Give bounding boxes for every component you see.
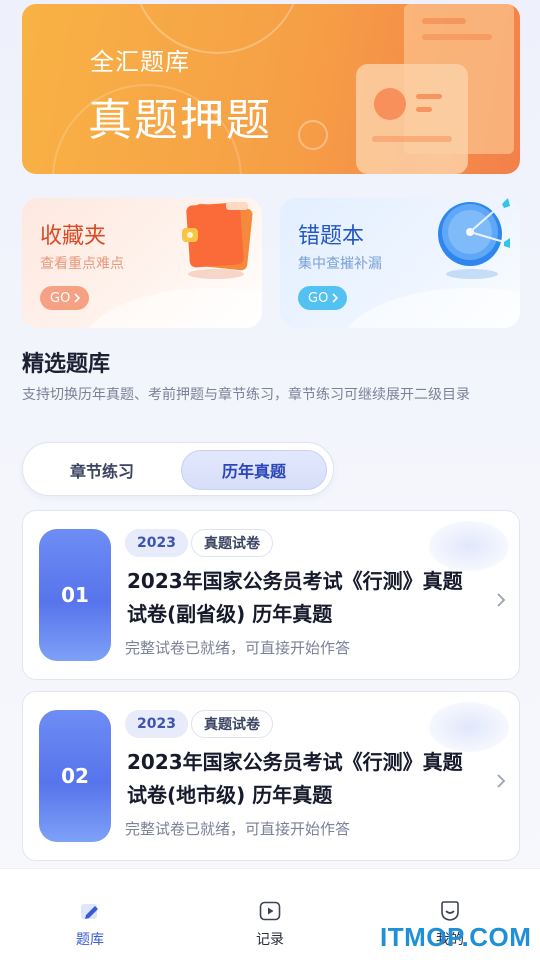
paper-index-badge: 02	[39, 710, 111, 842]
banner-decor-ring	[298, 120, 328, 150]
profile-icon	[441, 901, 459, 921]
target-dart-icon	[438, 198, 510, 279]
banner-title: 真题押题	[88, 95, 272, 146]
chevron-right-icon	[74, 293, 81, 303]
tab-question-bank[interactable]: 题库	[50, 899, 130, 949]
paper-list-item[interactable]: 01 2023 真题试卷 2023年国家公务员考试《行测》真题试卷(副省级) 历…	[22, 510, 520, 680]
section-description: 支持切换历年真题、考前押题与章节练习，章节练习可继续展开二级目录	[22, 387, 470, 403]
tab-label: 题库	[76, 932, 104, 948]
chevron-right-icon	[497, 593, 506, 607]
card-decor-wave	[340, 288, 520, 328]
exam-paper-illustration	[356, 4, 514, 174]
paper-title: 2023年国家公务员考试《行测》真题试卷(副省级) 历年真题	[127, 569, 463, 626]
card-decor-glow	[429, 521, 509, 571]
favorites-card[interactable]: 收藏夹 查看重点难点 GO	[22, 198, 262, 328]
segment-chapter-practice[interactable]: 章节练习	[29, 450, 175, 490]
mistakes-title: 错题本	[298, 224, 365, 249]
favorites-go-button[interactable]: GO	[40, 286, 90, 310]
segment-past-exams[interactable]: 历年真题	[181, 450, 327, 490]
go-label: GO	[50, 290, 71, 306]
favorites-title: 收藏夹	[40, 224, 107, 249]
favorites-desc: 查看重点难点	[40, 256, 124, 272]
folder-bookmark-icon	[182, 202, 253, 279]
play-record-icon	[259, 901, 281, 921]
paper-title: 2023年国家公务员考试《行测》真题试卷(地市级) 历年真题	[127, 750, 463, 807]
mistakes-card[interactable]: 错题本 集中查摧补漏 GO	[280, 198, 520, 328]
mistakes-go-button[interactable]: GO	[298, 286, 348, 310]
tab-records[interactable]: 记录	[230, 899, 310, 949]
site-watermark: ITMOP.COM	[380, 922, 532, 952]
paper-type-tag: 真题试卷	[191, 710, 273, 738]
section-title: 精选题库	[22, 352, 111, 377]
paper-index-badge: 01	[39, 529, 111, 661]
banner-subtitle: 全汇题库	[90, 48, 190, 76]
go-label: GO	[308, 290, 329, 306]
year-tag: 2023	[125, 529, 188, 557]
mistakes-desc: 集中查摧补漏	[298, 256, 382, 272]
card-decor-glow	[429, 702, 509, 752]
paper-status: 完整试卷已就绪，可直接开始作答	[125, 820, 351, 838]
paper-type-tag: 真题试卷	[191, 529, 273, 557]
year-tag: 2023	[125, 710, 188, 738]
pencil-book-icon	[81, 904, 98, 919]
paper-status: 完整试卷已就绪，可直接开始作答	[125, 639, 351, 657]
hero-banner[interactable]: 全汇题库 真题押题	[22, 4, 520, 174]
paper-list-item[interactable]: 02 2023 真题试卷 2023年国家公务员考试《行测》真题试卷(地市级) 历…	[22, 691, 520, 861]
tab-label: 记录	[256, 932, 284, 948]
chevron-right-icon	[332, 293, 339, 303]
chevron-right-icon	[497, 774, 506, 788]
card-decor-wave	[82, 288, 262, 328]
category-segmented-control: 章节练习 历年真题	[22, 442, 334, 496]
